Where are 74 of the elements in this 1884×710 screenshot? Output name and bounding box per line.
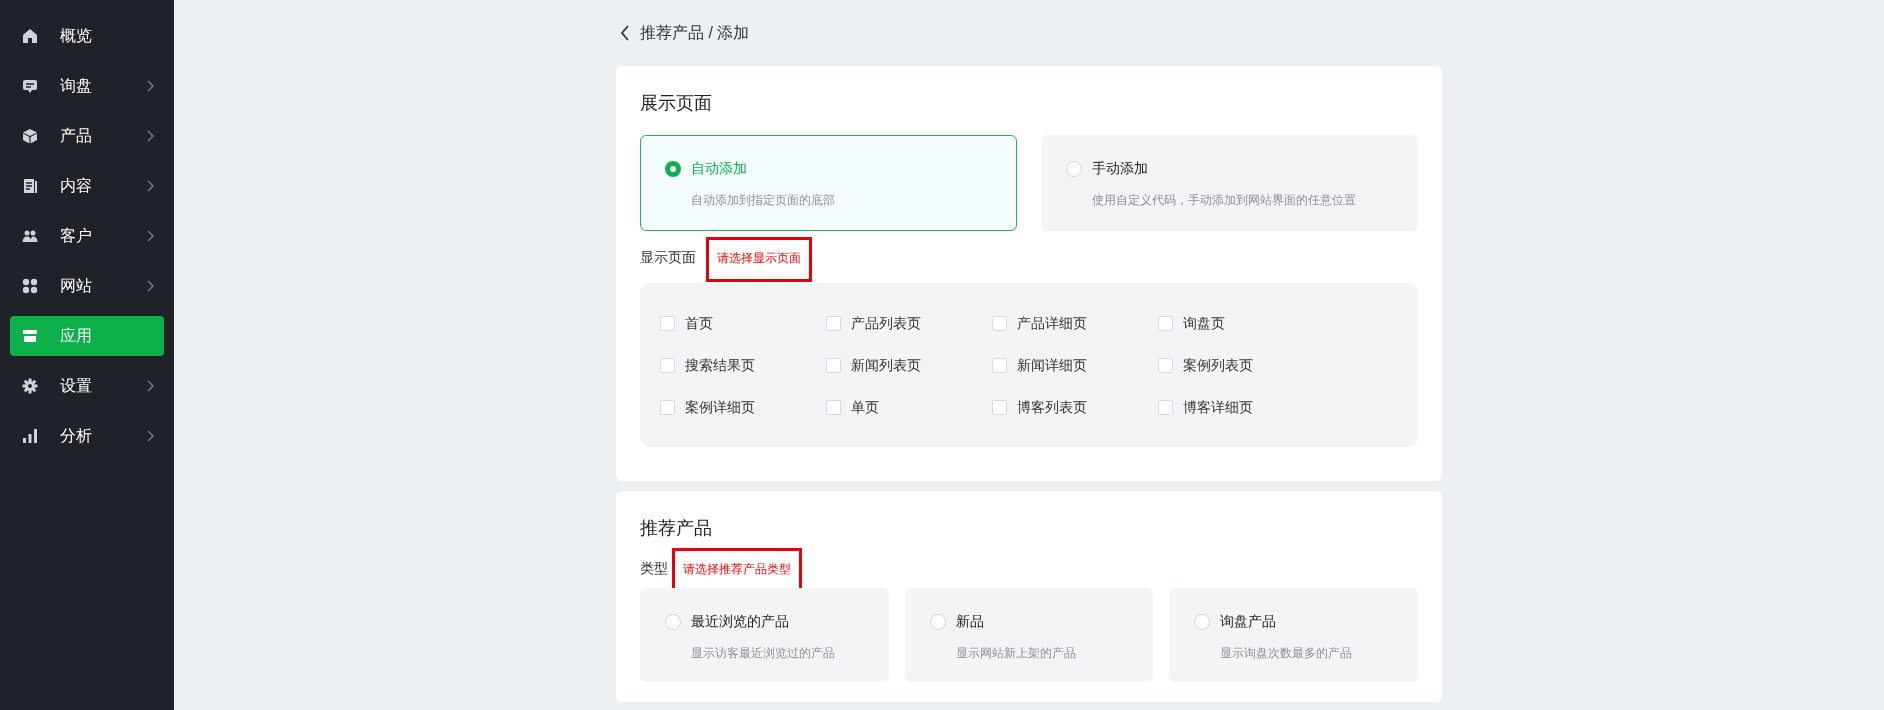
store-icon: [22, 328, 38, 344]
sidebar-item[interactable]: 分析: [10, 416, 164, 456]
bar-chart-icon: [22, 428, 38, 444]
checkbox[interactable]: [660, 399, 675, 415]
sidebar-item[interactable]: 网站: [10, 266, 164, 306]
checkbox[interactable]: [1158, 315, 1173, 331]
checkbox-label: 询盘页: [1183, 313, 1225, 333]
checkbox[interactable]: [826, 357, 841, 373]
option-label: 新品: [955, 612, 984, 631]
option-description: 显示访客最近浏览过的产品: [691, 645, 836, 662]
cube-icon: [22, 128, 38, 144]
checkbox[interactable]: [826, 315, 841, 331]
users-icon: [22, 228, 38, 244]
chevron-right-icon: [147, 230, 154, 242]
checkbox[interactable]: [1158, 357, 1173, 373]
field-label: 类型: [640, 559, 668, 578]
radio-button[interactable]: [1194, 613, 1211, 630]
radio-button[interactable]: [929, 613, 946, 630]
option-label: 自动添加: [691, 159, 747, 178]
option-card[interactable]: 新品 显示网站新上架的产品: [904, 588, 1154, 682]
section-title: 推荐产品: [640, 517, 713, 540]
chevron-right-icon: [147, 80, 154, 92]
sidebar-item[interactable]: 设置: [10, 366, 164, 406]
option-card[interactable]: 询盘产品 显示询盘次数最多的产品: [1169, 588, 1418, 682]
checkbox[interactable]: [992, 399, 1007, 415]
grid-icon: [22, 278, 38, 294]
checkbox[interactable]: [660, 315, 675, 331]
settings-icon: [22, 378, 38, 394]
error-message: 请选择显示页面: [706, 237, 812, 282]
radio-button[interactable]: [665, 160, 681, 177]
checkbox-label: 案例列表页: [1183, 355, 1253, 375]
option-description: 自动添加到指定页面的底部: [691, 192, 836, 209]
option-label: 询盘产品: [1220, 612, 1277, 631]
checkbox-label: 新闻列表页: [851, 355, 921, 375]
checkbox-label: 单页: [851, 397, 879, 417]
option-description: 使用自定义代码，手动添加到网站界面的任意位置: [1092, 192, 1357, 209]
field-label: 显示页面: [640, 248, 696, 267]
chevron-right-icon: [147, 180, 154, 192]
checkbox-label: 搜索结果页: [685, 355, 755, 375]
back-icon[interactable]: [620, 25, 630, 41]
chevron-right-icon: [147, 380, 154, 392]
checkbox[interactable]: [992, 357, 1007, 373]
checkbox[interactable]: [1158, 399, 1173, 415]
chevron-right-icon: [147, 130, 154, 142]
sidebar-item[interactable]: 客户: [10, 216, 164, 256]
sidebar-item[interactable]: 产品: [10, 116, 164, 156]
section-title: 展示页面: [640, 92, 713, 115]
option-description: 显示询盘次数最多的产品: [1220, 645, 1354, 662]
option-label: 手动添加: [1092, 159, 1148, 178]
checkbox-label: 新闻详细页: [1017, 355, 1087, 375]
option-label: 最近浏览的产品: [691, 612, 789, 631]
checkbox[interactable]: [826, 399, 841, 415]
document-icon: [22, 178, 38, 194]
option-card[interactable]: 手动添加 使用自定义代码，手动添加到网站界面的任意位置: [1041, 135, 1418, 231]
checkbox-label: 产品详细页: [1017, 313, 1087, 333]
chevron-right-icon: [147, 430, 154, 442]
breadcrumb: 推荐产品 / 添加: [640, 23, 750, 43]
option-description: 显示网站新上架的产品: [955, 645, 1077, 662]
sidebar-item[interactable]: 询盘: [10, 66, 164, 106]
checkbox-label: 首页: [685, 313, 713, 333]
checkbox-label: 案例详细页: [685, 397, 755, 417]
chevron-right-icon: [147, 280, 154, 292]
checkbox-label: 产品列表页: [851, 313, 921, 333]
checkbox[interactable]: [660, 357, 675, 373]
radio-button[interactable]: [1066, 160, 1082, 177]
home-icon: [22, 28, 38, 44]
sidebar-item[interactable]: 内容: [10, 166, 164, 206]
radio-button[interactable]: [665, 613, 681, 630]
option-card[interactable]: 最近浏览的产品 显示访客最近浏览过的产品: [640, 588, 889, 682]
checkbox-label: 博客详细页: [1183, 397, 1253, 417]
checkbox-label: 博客列表页: [1017, 397, 1087, 417]
checkbox[interactable]: [992, 315, 1007, 331]
message-icon: [22, 78, 38, 94]
sidebar-item[interactable]: 概览: [10, 16, 164, 56]
